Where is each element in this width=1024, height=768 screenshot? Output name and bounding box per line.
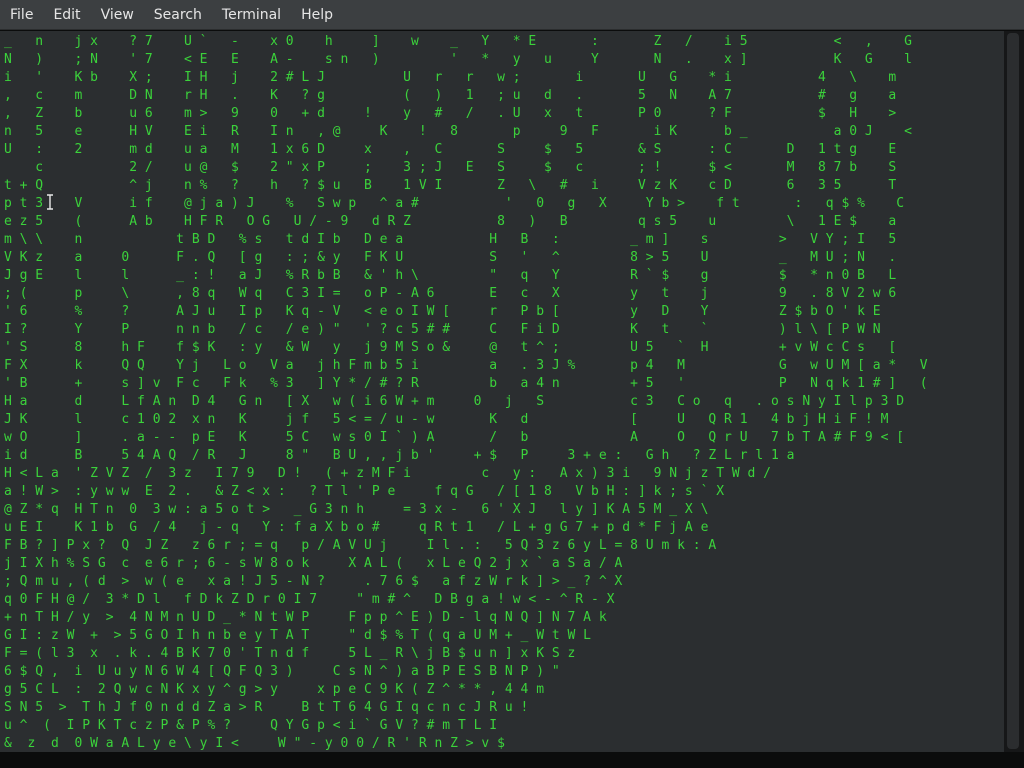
menu-help[interactable]: Help <box>291 0 343 30</box>
terminal-line: H a d L f A n D 4 G n [ X w ( i 6 W + m … <box>4 394 905 409</box>
window-bottom-edge <box>0 752 1024 768</box>
terminal-line: ' 6 % ? A J u I p K q - V < e o I W [ r … <box>4 304 881 319</box>
menu-file[interactable]: File <box>0 0 43 30</box>
terminal-line: , Z b u 6 m > 9 0 + d ! y # / . U x t P … <box>4 106 897 121</box>
terminal-line: F = ( l 3 x . k . 4 B K 7 0 ' T n d f 5 … <box>4 646 576 661</box>
menu-edit[interactable]: Edit <box>43 0 90 30</box>
terminal-line: , c m D N r H . K ? g ( ) 1 ; u d . 5 N … <box>4 88 897 103</box>
terminal-line: q 0 F H @ / 3 * D l f D k Z D r 0 I 7 " … <box>4 592 615 607</box>
menu-view[interactable]: View <box>91 0 144 30</box>
terminal-line: @ Z * q H T n 0 3 w : a 5 o t > _ G 3 n … <box>4 502 709 517</box>
terminal-line: ' S 8 h F f $ K : y & W y j 9 M S o & @ … <box>4 340 897 355</box>
terminal-line: g 5 C L : 2 Q w c N K x y ^ g > y x p e … <box>4 682 545 697</box>
terminal-line: J K l c 1 0 2 x n K j f 5 < = / u - w K … <box>4 412 889 427</box>
menu-terminal[interactable]: Terminal <box>212 0 291 30</box>
terminal-line: H < L a ' Z V Z / 3 z I 7 9 D ! ( + z M … <box>4 466 772 481</box>
terminal-line: S N 5 > T h J f 0 n d d Z a > R B t T 6 … <box>4 700 529 715</box>
terminal-line: U : 2 m d u a M 1 x 6 D x , C S $ 5 & S … <box>4 142 897 157</box>
terminal-line: + n T H / y > 4 N M n U D _ * N t W P F … <box>4 610 607 625</box>
menu-search[interactable]: Search <box>144 0 212 30</box>
terminal-line: u E I K 1 b G / 4 j - q Y : f a X b o # … <box>4 520 709 535</box>
terminal-line: i d B 5 4 A Q / R J 8 " B U , , j b ' + … <box>4 448 795 463</box>
terminal-line: I ? Y P n n b / c / e ) " ' ? c 5 # # C … <box>4 322 881 337</box>
terminal-scrollbar[interactable] <box>1004 31 1024 752</box>
terminal-line: _ n j x ? 7 U ` - x 0 h ] w _ Y * E : Z … <box>4 34 912 49</box>
terminal-line: ; Q m u , ( d > w ( e x a ! J 5 - N ? . … <box>4 574 623 589</box>
terminal-line: n 5 e H V E i R I n , @ K ! 8 p 9 F i K … <box>4 124 912 139</box>
terminal-line: N ) ; N ' 7 < E E A - s n ) ' * y u Y N … <box>4 52 912 67</box>
terminal-line: G I : z W + > 5 G O I h n b e y T A T " … <box>4 628 591 643</box>
terminal-line: u ^ ( I P K T c z P & P % ? Q Y G p < i … <box>4 718 498 733</box>
terminal-line: p t 3 V i f @ j a ) J % S w p ^ a # ' 0 … <box>4 196 905 211</box>
terminal-line: V K z a 0 F . Q [ g : ; & y F K U S ' ^ … <box>4 250 897 265</box>
terminal-line: t + Q ^ j n % ? h ? $ u B 1 V I Z \ # i … <box>4 178 897 193</box>
terminal-line: j I X h % S G c e 6 r ; 6 - s W 8 o k X … <box>4 556 623 571</box>
terminal-line: e z 5 ( A b H F R O G U / - 9 d R Z 8 ) … <box>4 214 897 229</box>
text-cursor-icon <box>47 194 53 210</box>
terminal-line: F X k Q Q Y j L o V a j h F m b 5 i a . … <box>4 358 928 373</box>
terminal-line: ' B + s ] v F c F k % 3 ] Y * / # ? R b … <box>4 376 928 391</box>
terminal-output[interactable]: _ n j x ? 7 U ` - x 0 h ] w _ Y * E : Z … <box>0 31 1004 752</box>
terminal-line: c 2 / u @ $ 2 " x P ; 3 ; J E S $ c ; ! … <box>4 160 897 175</box>
terminal-line: 6 $ Q , i U u y N 6 W 4 [ Q F Q 3 ) C s … <box>4 664 560 679</box>
terminal-line: F B ? ] P x ? Q J Z z 6 r ; = q p / A V … <box>4 538 717 553</box>
terminal-line: i ' K b X ; I H j 2 # L J U r r w ; i U … <box>4 70 897 85</box>
terminal-line: a ! W > : y w w E 2 . & Z < x : ? T l ' … <box>4 484 725 499</box>
scrollbar-thumb[interactable] <box>1007 33 1019 749</box>
terminal-line: & z d 0 W a A L y e \ y I < W " - y 0 0 … <box>4 736 505 751</box>
terminal-line: ; ( p \ , 8 q W q C 3 I = o P - A 6 E c … <box>4 286 897 301</box>
terminal-line: w O ] . a - - p E K 5 C w s 0 I ` ) A / … <box>4 430 905 445</box>
menu-bar: File Edit View Search Terminal Help <box>0 0 1024 30</box>
terminal-line: m \ \ n t B D % s t d I b D e a H B : _ … <box>4 232 897 247</box>
terminal-line: J g E l l _ : ! a J % R b B & ' h \ " q … <box>4 268 897 283</box>
